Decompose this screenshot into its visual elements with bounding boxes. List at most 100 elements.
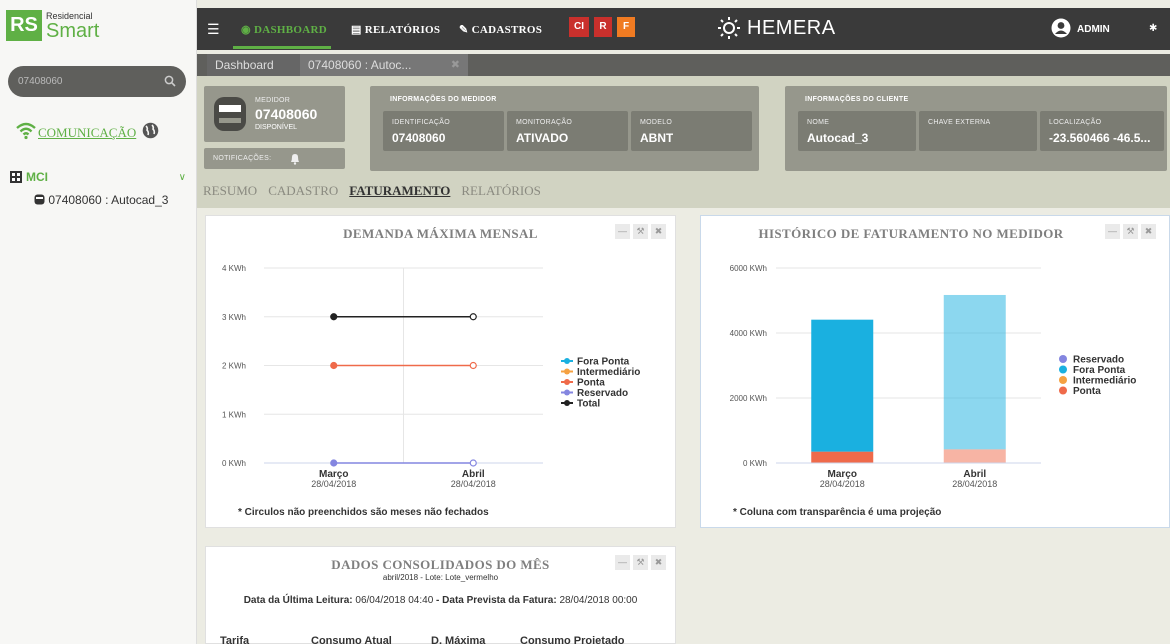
section-tabs: RESUMO CADASTRO FATURAMENTO RELATÓRIOS	[203, 183, 552, 199]
bar-segment	[943, 449, 1006, 463]
tab-meter-label: 07408060 : Autoc...	[308, 58, 412, 72]
edit-icon: ✎	[459, 24, 469, 36]
tree-item-label: 07408060 : Autocad_3	[48, 193, 169, 207]
field-chave-externa: CHAVE EXTERNA	[919, 111, 1037, 151]
report-icon: ▤	[351, 24, 362, 36]
field-label: NOME	[807, 119, 830, 126]
legend-marker	[564, 368, 570, 375]
minimize-icon[interactable]: —	[1105, 224, 1120, 239]
historico-panel: HISTÓRICO DE FATURAMENTO NO MEDIDOR — ⚒ …	[700, 215, 1170, 528]
close-icon[interactable]: ✖	[1141, 224, 1156, 239]
meter-card: MEDIDOR 07408060 DISPONÍVEL	[204, 86, 345, 142]
quick-button-r[interactable]: R	[594, 17, 612, 37]
minimize-icon[interactable]: —	[615, 555, 630, 570]
bar-segment	[811, 451, 874, 463]
hamburger-menu-icon[interactable]: ☰	[207, 21, 220, 38]
user-name[interactable]: ADMIN	[1077, 24, 1110, 35]
logo[interactable]: RS Residencial Smart	[6, 10, 126, 42]
chevron-down-icon[interactable]: ∨	[179, 172, 186, 183]
consolidado-title: DADOS CONSOLIDADOS DO MÊS	[331, 557, 550, 572]
wrench-icon[interactable]: ⚒	[633, 555, 648, 570]
legend-label: Fora Ponta	[577, 357, 630, 368]
wrench-icon[interactable]: ⚒	[1123, 224, 1138, 239]
y-tick-label: 2000 KWh	[730, 394, 767, 403]
field-value: ABNT	[640, 131, 674, 145]
minimize-icon[interactable]: —	[615, 224, 630, 239]
field-value: Autocad_3	[807, 131, 869, 145]
gear-icon[interactable]: ✱	[1149, 23, 1157, 34]
legend-label: Reservado	[577, 388, 628, 399]
meter-caption: MEDIDOR	[255, 97, 291, 104]
search-input[interactable]	[8, 66, 158, 97]
data-point	[469, 459, 477, 467]
field-nome: NOME Autocad_3	[798, 111, 916, 151]
field-modelo: MODELO ABNT	[631, 111, 752, 151]
data-point	[330, 361, 338, 370]
y-tick-label: 0 KWh	[222, 459, 246, 468]
data-point	[330, 313, 338, 321]
y-tick-label: 2 KWh	[222, 362, 246, 371]
col-d-maxima: D. Máxima	[431, 635, 486, 644]
close-icon[interactable]: ✖	[651, 555, 666, 570]
col-tarifa: Tarifa	[220, 635, 250, 644]
close-icon[interactable]: ✖	[451, 54, 460, 76]
logo-badge: RS	[6, 10, 42, 41]
search-icon[interactable]	[164, 75, 176, 87]
demanda-panel: DEMANDA MÁXIMA MENSAL — ⚒ ✖ 0 KWh 1 KWh 2 …	[205, 215, 676, 528]
user-icon[interactable]	[1051, 18, 1071, 38]
cliente-info-title: INFORMAÇÕES DO CLIENTE	[805, 96, 909, 103]
y-tick-label: 6000 KWh	[730, 264, 767, 273]
data-point	[469, 313, 477, 321]
dashboard-icon: ◉	[241, 24, 251, 36]
tab-resumo[interactable]: RESUMO	[203, 183, 257, 198]
nav-relatorios[interactable]: ▤ RELATÓRIOS	[351, 23, 440, 36]
logo-line2: Smart	[46, 20, 100, 42]
field-label: MONITORAÇÃO	[516, 119, 573, 126]
top-navbar: ☰ ◉ DASHBOARD ▤ RELATÓRIOS ✎ CADASTROS C…	[197, 8, 1170, 50]
x-tick-date: 28/04/2018	[952, 479, 997, 489]
legend-label: Fora Ponta	[1073, 365, 1126, 376]
bar-segment	[943, 294, 1006, 450]
search-box	[8, 66, 186, 97]
y-tick-label: 4000 KWh	[730, 329, 767, 338]
data-point	[330, 459, 338, 467]
comunicacao-label: COMUNICAÇÃO	[38, 125, 137, 140]
tab-cadastro[interactable]: CADASTRO	[268, 183, 338, 198]
tab-faturamento[interactable]: FATURAMENTO	[349, 183, 450, 198]
sidebar: RS Residencial Smart COMUNICAÇÃO MCI ∨ 0…	[0, 0, 197, 644]
legend-marker	[1059, 365, 1067, 374]
data-point	[469, 361, 477, 370]
tab-dashboard-label: Dashboard	[215, 58, 274, 72]
close-icon[interactable]: ✖	[651, 224, 666, 239]
chart-note: * Coluna com transparência é uma projeçã…	[733, 507, 942, 518]
y-tick-label: 1 KWh	[222, 410, 246, 419]
legend-marker	[564, 389, 570, 396]
legend-label: Reservado	[1073, 355, 1124, 366]
tab-meter[interactable]: 07408060 : Autoc... ✖	[300, 54, 468, 76]
quick-button-f[interactable]: F	[617, 17, 635, 37]
nav-dashboard[interactable]: ◉ DASHBOARD	[241, 23, 327, 36]
quick-button-ci[interactable]: CI	[569, 17, 589, 37]
bar-segment	[811, 319, 874, 452]
chart-note: * Circulos não preenchidos são meses não…	[238, 507, 489, 518]
tree-item-meter[interactable]: 07408060 : Autocad_3	[34, 193, 168, 207]
globe-icon[interactable]	[142, 122, 159, 139]
medidor-info-title: INFORMAÇÕES DO MEDIDOR	[390, 96, 497, 103]
tab-relatorios[interactable]: RELATÓRIOS	[461, 183, 540, 198]
legend-marker	[564, 400, 570, 406]
wrench-icon[interactable]: ⚒	[633, 224, 648, 239]
x-tick-date: 28/04/2018	[451, 479, 496, 489]
tree-group-mci[interactable]: MCI ∨	[10, 170, 190, 186]
legend-label: Ponta	[1073, 386, 1101, 397]
meter-id: 07408060	[255, 106, 318, 122]
leitura-info: Data da Última Leitura: 06/04/2018 04:40…	[206, 595, 675, 606]
leitura-label: Data da Última Leitura:	[243, 595, 353, 606]
nav-cadastros[interactable]: ✎ CADASTROS	[459, 23, 542, 36]
field-label: CHAVE EXTERNA	[928, 119, 991, 126]
nav-dashboard-label: DASHBOARD	[253, 24, 327, 36]
leitura-value: 06/04/2018 04:40	[355, 595, 434, 606]
field-value: -23.560466 -46.5...	[1049, 131, 1151, 145]
meter-status: DISPONÍVEL	[255, 124, 298, 131]
notifications-card[interactable]: NOTIFICAÇÕES:	[204, 148, 345, 169]
chart-title: DEMANDA MÁXIMA MENSAL	[343, 226, 538, 241]
